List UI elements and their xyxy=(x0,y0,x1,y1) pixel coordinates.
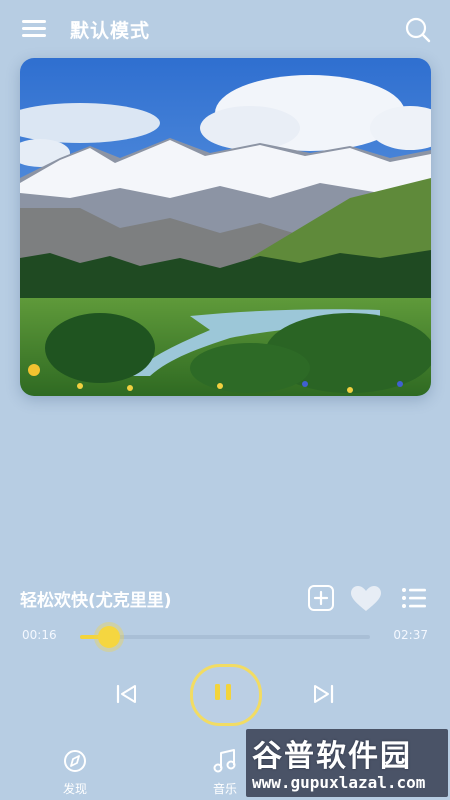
menu-icon-line xyxy=(22,34,46,37)
menu-icon-line xyxy=(22,20,46,23)
search-button[interactable] xyxy=(404,16,432,44)
album-cover xyxy=(20,58,431,396)
add-to-playlist-button[interactable] xyxy=(307,584,335,612)
progress-knob[interactable] xyxy=(98,626,120,648)
heart-icon xyxy=(351,586,381,611)
skip-previous-icon xyxy=(116,684,136,704)
menu-button[interactable] xyxy=(22,18,48,40)
play-pause-button[interactable] xyxy=(190,664,262,726)
playlist-button[interactable] xyxy=(401,586,427,610)
total-time: 02:37 xyxy=(393,628,428,642)
song-info-row: 轻松欢快(尤克里里) xyxy=(20,582,432,614)
watermark-brand: 谷普软件园 xyxy=(252,739,412,774)
pause-icon xyxy=(215,684,231,700)
playback-controls xyxy=(0,660,450,730)
like-button[interactable] xyxy=(350,585,382,613)
song-title: 轻松欢快(尤克里里) xyxy=(20,591,172,611)
menu-icon-line xyxy=(22,27,46,30)
nav-label-discover: 发现 xyxy=(62,782,87,796)
previous-button[interactable] xyxy=(113,682,139,706)
compass-icon xyxy=(64,750,86,772)
watermark-url: www.gupuxlazal.com xyxy=(252,773,426,792)
page-title: 默认模式 xyxy=(70,20,151,42)
site-watermark: 谷普软件园 www.gupuxlazal.com xyxy=(246,729,448,797)
top-bar: 默认模式 xyxy=(0,0,450,60)
search-icon xyxy=(405,17,431,43)
music-note-icon xyxy=(213,749,236,773)
skip-next-icon xyxy=(314,684,334,704)
playlist-icon xyxy=(402,588,426,608)
next-button[interactable] xyxy=(311,682,337,706)
current-time: 00:16 xyxy=(22,628,57,642)
album-cover-image xyxy=(20,58,431,396)
nav-item-discover[interactable]: 发现 xyxy=(35,748,115,797)
playback-progress: 00:16 02:37 xyxy=(20,622,432,652)
progress-slider[interactable] xyxy=(80,626,370,648)
plus-box-icon xyxy=(308,585,334,611)
